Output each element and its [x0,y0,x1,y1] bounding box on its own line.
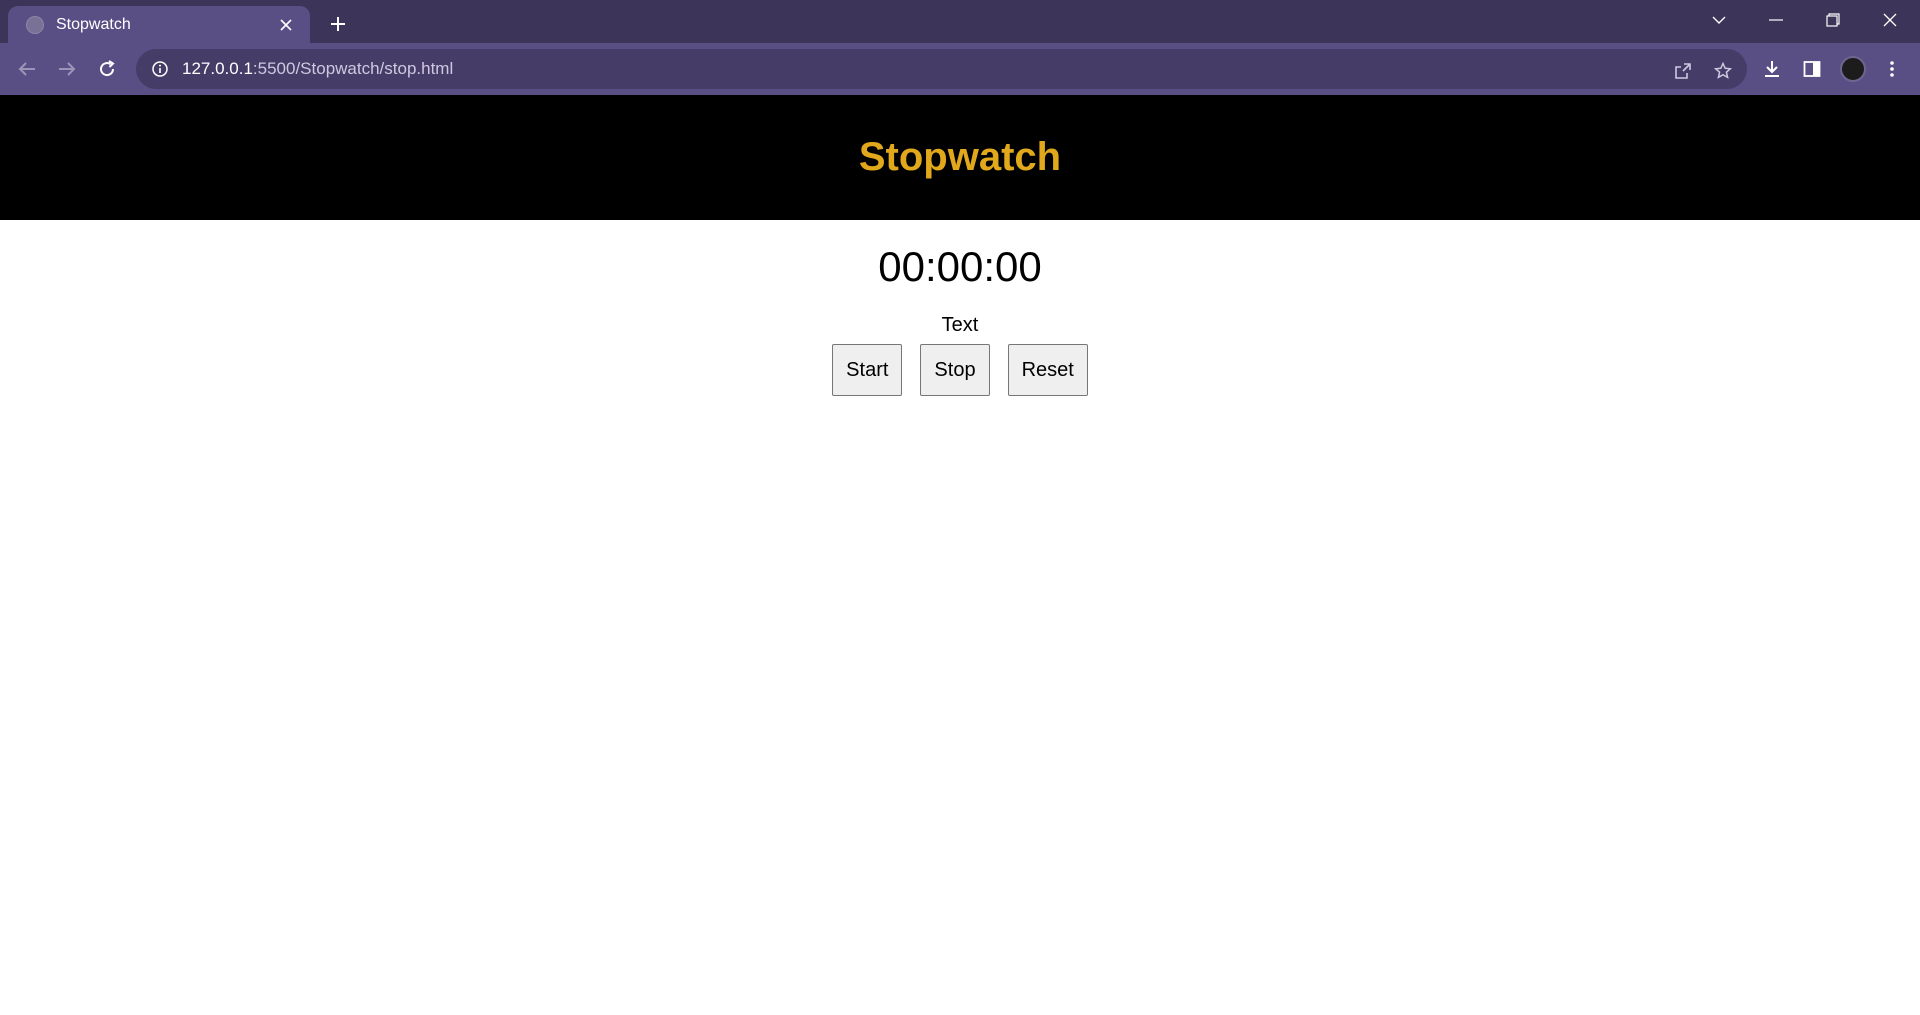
side-panel-icon[interactable] [1796,53,1828,85]
new-tab-button[interactable] [322,8,354,40]
status-text: Text [941,314,979,336]
tab-search-icon[interactable] [1691,0,1747,40]
info-icon[interactable] [150,59,170,79]
reload-icon[interactable] [91,53,123,85]
tab-close-icon[interactable] [274,13,298,37]
controls: Start Stop Reset [0,344,1920,396]
tab-title: Stopwatch [56,15,131,33]
share-icon[interactable] [1667,55,1699,87]
back-icon[interactable] [11,53,43,85]
close-icon[interactable] [1862,0,1918,40]
profile-avatar-icon [1840,56,1866,82]
page-title: Stopwatch [858,135,1062,179]
url-path: :5500/Stopwatch/stop.html [252,59,454,78]
browser-tab[interactable]: Stopwatch [8,6,310,43]
star-icon[interactable] [1707,55,1739,87]
page-header: Stopwatch [0,95,1920,220]
avatar[interactable] [1837,53,1869,85]
url-text[interactable]: 127.0.0.1:5500/Stopwatch/stop.html [182,59,453,79]
reset-button[interactable]: Reset [1007,344,1088,396]
browser-titlebar: Stopwatch [0,0,1920,43]
stop-button[interactable]: Stop [920,344,990,396]
time-display: 00:00:00 [878,243,1042,290]
menu-icon[interactable] [1876,53,1908,85]
forward-icon[interactable] [51,53,83,85]
minimize-icon[interactable] [1748,0,1804,40]
globe-icon [26,15,44,34]
url-host: 127.0.0.1 [182,59,253,78]
address-bar[interactable]: 127.0.0.1:5500/Stopwatch/stop.html [136,49,1747,89]
browser-toolbar: 127.0.0.1:5500/Stopwatch/stop.html [0,43,1920,95]
restore-icon[interactable] [1805,0,1861,40]
start-button[interactable]: Start [832,344,903,396]
download-icon[interactable] [1756,53,1788,85]
